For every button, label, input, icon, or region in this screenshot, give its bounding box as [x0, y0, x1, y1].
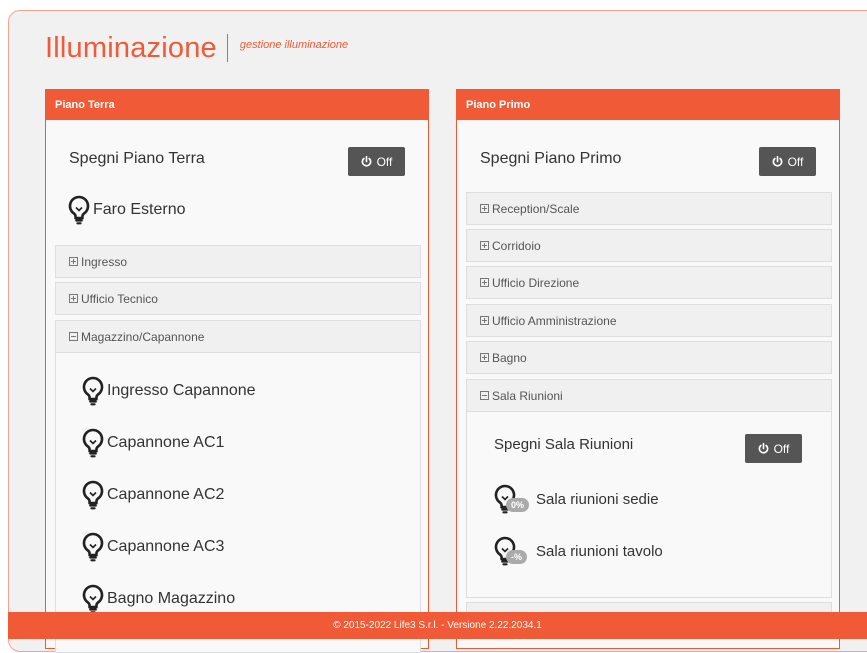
panel-header: Piano Terra — [46, 90, 428, 120]
expand-icon — [480, 278, 489, 287]
section-label: Ingresso — [81, 254, 128, 269]
off-button-label: Off — [787, 154, 804, 169]
title-divider — [226, 34, 228, 62]
page-header: Illuminazione gestione illuminazione — [45, 28, 348, 68]
section-magazzino[interactable]: Magazzino/Capannone — [55, 320, 421, 353]
light-bagno-magazzino[interactable]: Bagno Magazzino — [82, 584, 235, 614]
section-label: Reception/Scale — [492, 201, 580, 216]
power-icon — [758, 443, 769, 454]
collapse-icon — [69, 332, 78, 341]
section-ufficio-tecnico[interactable]: Ufficio Tecnico — [55, 282, 421, 315]
bulb-icon — [82, 376, 104, 406]
light-label: Bagno Magazzino — [107, 590, 236, 607]
expand-icon — [69, 257, 78, 266]
master-label: Spegni Piano Primo — [480, 150, 622, 167]
off-button[interactable]: Off — [348, 147, 405, 176]
panel-header: Piano Primo — [457, 90, 839, 120]
bulb-icon — [68, 195, 90, 225]
off-button-label: Off — [773, 441, 790, 456]
light-label: Capannone AC3 — [107, 538, 225, 555]
sala-master-label: Spegni Sala Riunioni — [494, 436, 634, 453]
section-reception[interactable]: Reception/Scale — [466, 192, 832, 225]
light-faro-esterno[interactable]: Faro Esterno — [68, 195, 185, 225]
section-bagno[interactable]: Bagno — [466, 341, 832, 374]
light-capannone-ac1[interactable]: Capannone AC1 — [82, 428, 224, 458]
expand-icon — [69, 294, 78, 303]
section-ingresso[interactable]: Ingresso — [55, 245, 421, 278]
bulb-icon — [82, 428, 104, 458]
light-label: Ingresso Capannone — [107, 382, 256, 399]
dim-level-badge: 0% — [506, 498, 530, 512]
power-icon — [361, 156, 372, 167]
expand-icon — [480, 316, 489, 325]
light-sala-tavolo[interactable]: -% Sala riunioni tavolo — [494, 536, 663, 566]
dim-level-badge: -% — [506, 550, 527, 564]
panel-piano-primo: Piano Primo Spegni Piano Primo Off Recep… — [456, 89, 840, 649]
expand-icon — [480, 204, 489, 213]
expand-icon — [480, 353, 489, 362]
footer: © 2015-2022 Life3 S.r.l. - Versione 2.22… — [8, 612, 867, 639]
section-label: Magazzino/Capannone — [81, 329, 205, 344]
section-sala-riunioni[interactable]: Sala Riunioni — [466, 379, 832, 412]
bulb-icon: -% — [494, 536, 527, 566]
off-button[interactable]: Off — [759, 147, 816, 176]
bulb-icon: 0% — [494, 484, 530, 514]
section-label: Sala Riunioni — [492, 388, 563, 403]
light-label: Faro Esterno — [93, 201, 186, 218]
collapse-icon — [480, 391, 489, 400]
expand-icon — [480, 241, 489, 250]
light-label: Sala riunioni tavolo — [536, 542, 663, 560]
footer-text: © 2015-2022 Life3 S.r.l. - Versione 2.22… — [333, 620, 542, 631]
section-label: Bagno — [492, 350, 527, 365]
page-title: Illuminazione — [45, 31, 217, 64]
section-label: Ufficio Amministrazione — [492, 313, 617, 328]
light-ingresso-capannone[interactable]: Ingresso Capannone — [82, 376, 256, 406]
light-label: Capannone AC2 — [107, 486, 225, 503]
light-capannone-ac3[interactable]: Capannone AC3 — [82, 532, 224, 562]
bulb-icon — [82, 480, 104, 510]
bulb-icon — [82, 532, 104, 562]
section-label: Corridoio — [492, 238, 541, 253]
light-label: Capannone AC1 — [107, 434, 225, 451]
light-label: Sala riunioni sedie — [536, 490, 659, 508]
master-label: Spegni Piano Terra — [69, 150, 205, 167]
section-label: Ufficio Direzione — [492, 275, 580, 290]
panel-piano-terra: Piano Terra Spegni Piano Terra Off Faro … — [45, 89, 429, 653]
power-icon — [772, 156, 783, 167]
section-ufficio-amministrazione[interactable]: Ufficio Amministrazione — [466, 304, 832, 337]
sala-off-button[interactable]: Off — [745, 434, 802, 463]
page-subtitle: gestione illuminazione — [239, 39, 349, 51]
section-label: Ufficio Tecnico — [81, 291, 158, 306]
bulb-icon — [82, 584, 104, 614]
section-ufficio-direzione[interactable]: Ufficio Direzione — [466, 266, 832, 299]
off-button-label: Off — [376, 154, 393, 169]
light-sala-sedie[interactable]: 0% Sala riunioni sedie — [494, 484, 659, 514]
light-capannone-ac2[interactable]: Capannone AC2 — [82, 480, 224, 510]
section-corridoio[interactable]: Corridoio — [466, 229, 832, 262]
